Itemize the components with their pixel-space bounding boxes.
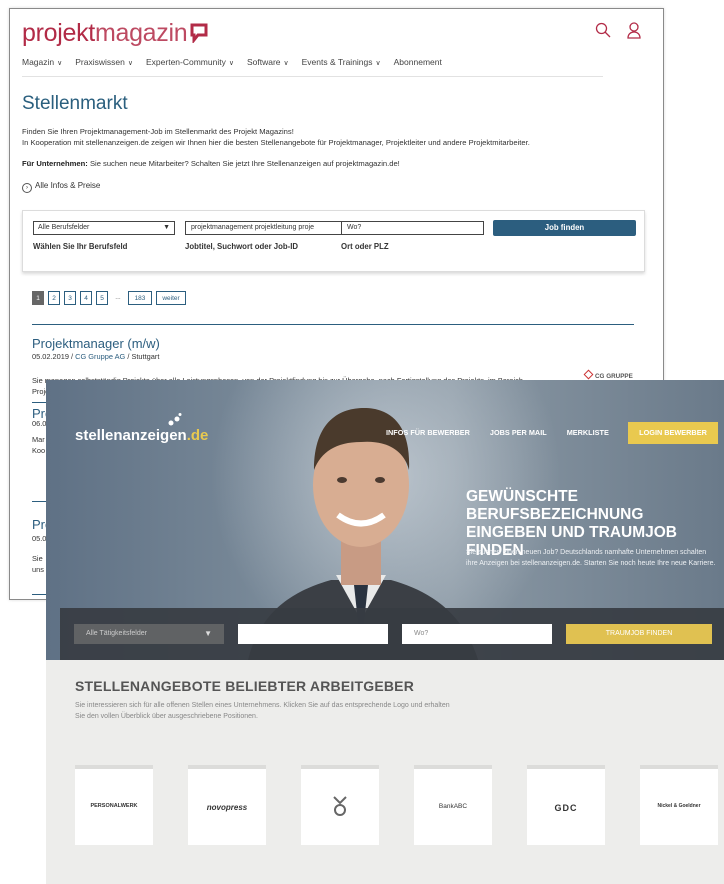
nav-software[interactable]: Software ∨ bbox=[247, 57, 289, 67]
company-notice-text: Sie suchen neue Mitarbeiter? Schalten Si… bbox=[87, 159, 400, 168]
user-icon[interactable] bbox=[627, 22, 641, 39]
nav-abonnement[interactable]: Abonnement bbox=[394, 57, 442, 67]
field-select[interactable]: Alle Berufsfelder ▼ bbox=[33, 221, 175, 235]
employer-cards: PERSONALWERK novopress BankABC GDC Nicke… bbox=[75, 765, 718, 845]
job-find-button[interactable]: Job finden bbox=[493, 220, 636, 236]
search-icon[interactable] bbox=[595, 22, 611, 38]
keyword-label: Jobtitel, Suchwort oder Job-ID bbox=[185, 242, 299, 251]
page-ellipsis: ... bbox=[115, 294, 121, 301]
job-search-box: Alle Berufsfelder ▼ Wählen Sie Ihr Berufs… bbox=[22, 210, 645, 272]
dropdown-arrow-icon: ▼ bbox=[204, 629, 212, 638]
chevron-down-icon: ∨ bbox=[283, 60, 289, 67]
page-title: Stellenmarkt bbox=[22, 93, 128, 114]
job-meta: 06.0 bbox=[32, 419, 47, 428]
hero-subtext: Sie suchen einen neuen Job? Deutschlands… bbox=[466, 549, 716, 567]
job-date: 05.02.2019 / bbox=[32, 352, 76, 361]
field-select[interactable]: Alle Tätigkeitsfelder ▼ bbox=[74, 624, 224, 644]
projektmagazin-logo[interactable]: projektmagazin bbox=[22, 19, 208, 48]
page-5[interactable]: 5 bbox=[96, 291, 108, 305]
logo-light: magazin bbox=[94, 19, 188, 47]
employer-emblem-icon bbox=[333, 796, 347, 816]
nav-events[interactable]: Events & Trainings ∨ bbox=[302, 57, 381, 67]
employer-logo: GDC bbox=[554, 803, 578, 813]
chevron-down-icon: ∨ bbox=[127, 60, 133, 67]
job-city: / Stuttgart bbox=[125, 352, 160, 361]
nav-infos-bewerber[interactable]: INFOS FÜR BEWERBER bbox=[386, 428, 470, 437]
stellenanzeigen-logo[interactable]: stellenanzeigen.de bbox=[75, 413, 209, 444]
employer-card-emblem[interactable] bbox=[301, 765, 379, 845]
brand-name: stellenanzeigen bbox=[75, 427, 187, 444]
next-page[interactable]: weiter bbox=[156, 291, 186, 305]
all-info-link[interactable]: › Alle Infos & Preise bbox=[22, 181, 100, 193]
employer-card-novopress[interactable]: novopress bbox=[188, 765, 266, 845]
nav-divider bbox=[22, 76, 603, 77]
field-select-value: Alle Tätigkeitsfelder bbox=[86, 630, 147, 637]
nav-jobs-per-mail[interactable]: JOBS PER MAIL bbox=[490, 428, 547, 437]
nav-label: Magazin bbox=[22, 57, 55, 67]
company-logo-text: CG GRUPPE bbox=[595, 373, 633, 380]
employer-card-personalwerk[interactable]: PERSONALWERK bbox=[75, 765, 153, 845]
logo-bold: projekt bbox=[22, 19, 95, 47]
field-label: Wählen Sie Ihr Berufsfeld bbox=[33, 242, 128, 251]
job-company[interactable]: CG Gruppe AG bbox=[75, 352, 125, 361]
employer-card-gdc[interactable]: GDC bbox=[527, 765, 605, 845]
all-info-label: Alle Infos & Preise bbox=[35, 181, 101, 190]
dropdown-arrow-icon: ▼ bbox=[163, 224, 170, 231]
job-meta: 05.0 bbox=[32, 534, 47, 543]
page-2[interactable]: 2 bbox=[48, 291, 60, 305]
company-notice-label: Für Unternehmen: bbox=[22, 159, 88, 168]
employer-logo: PERSONALWERK bbox=[90, 803, 138, 809]
field-select-value: Alle Berufsfelder bbox=[38, 224, 90, 231]
location-input[interactable]: Wo? bbox=[402, 624, 552, 644]
nav-label: Events & Trainings bbox=[301, 57, 373, 67]
employer-logo: Nickel & Goeldner bbox=[657, 803, 701, 809]
chevron-right-icon: › bbox=[22, 183, 32, 193]
main-nav: Magazin ∨ Praxiswissen ∨ Experten-Communit… bbox=[22, 57, 442, 67]
keyword-input[interactable]: projektmanagement projektleitung proje bbox=[185, 221, 342, 235]
section-title: STELLENANGEBOTE BELIEBTER ARBEITGEBER bbox=[75, 678, 415, 694]
nav-label: Software bbox=[246, 57, 281, 67]
brand-tld: .de bbox=[186, 427, 209, 444]
logo-mark-icon bbox=[190, 23, 208, 43]
logo-dots-icon bbox=[168, 413, 182, 426]
company-logo[interactable]: CG GRUPPE bbox=[583, 369, 633, 380]
traumjob-button[interactable]: TRAUMJOB FINDEN bbox=[566, 624, 712, 644]
job-title[interactable]: Projektmanager (m/w) bbox=[32, 336, 160, 351]
intro-text: Finden Sie Ihren Projektmanagement-Job i… bbox=[22, 126, 642, 148]
chevron-down-icon: ∨ bbox=[228, 60, 234, 67]
nav-praxiswissen[interactable]: Praxiswissen ∨ bbox=[75, 57, 133, 67]
nav-experten-community[interactable]: Experten-Community ∨ bbox=[146, 57, 234, 67]
nav-label: Praxiswissen bbox=[75, 57, 125, 67]
hero-section: stellenanzeigen.de INFOS FÜR BEWERBER JO… bbox=[46, 380, 724, 660]
nav-merkliste[interactable]: MERKLISTE bbox=[567, 428, 609, 437]
section-description: Sie interessieren sich für alle offenen … bbox=[75, 702, 450, 720]
keyword-input[interactable] bbox=[238, 624, 388, 644]
login-button[interactable]: LOGIN BEWERBER bbox=[628, 422, 718, 444]
stellenanzeigen-window: stellenanzeigen.de INFOS FÜR BEWERBER JO… bbox=[46, 380, 724, 884]
page-183[interactable]: 183 bbox=[128, 291, 152, 305]
job-divider bbox=[32, 324, 634, 325]
top-nav: INFOS FÜR BEWERBER JOBS PER MAIL MERKLIS… bbox=[386, 428, 609, 437]
intro-line: In Kooperation mit stellenanzeigen.de ze… bbox=[22, 138, 530, 147]
page-3[interactable]: 3 bbox=[64, 291, 76, 305]
employer-card-nickel-goeldner[interactable]: Nickel & Goeldner bbox=[640, 765, 718, 845]
nav-label: Experten-Community bbox=[146, 57, 226, 67]
page-1[interactable]: 1 bbox=[32, 291, 44, 305]
nav-magazin[interactable]: Magazin ∨ bbox=[22, 57, 62, 67]
location-label: Ort oder PLZ bbox=[341, 242, 389, 251]
employer-logo: BankABC bbox=[438, 803, 468, 810]
pagination: 1 2 3 4 5 ... 183 weiter bbox=[32, 291, 186, 305]
employer-card-bankabc[interactable]: BankABC bbox=[414, 765, 492, 845]
intro-line: Finden Sie Ihren Projektmanagement-Job i… bbox=[22, 127, 294, 136]
location-input[interactable]: Wo? bbox=[341, 221, 484, 235]
company-notice: Für Unternehmen: Sie suchen neue Mitarbe… bbox=[22, 159, 400, 168]
job-meta: 05.02.2019 / CG Gruppe AG / Stuttgart bbox=[32, 352, 159, 361]
chevron-down-icon: ∨ bbox=[375, 60, 381, 67]
page-4[interactable]: 4 bbox=[80, 291, 92, 305]
search-bar: Alle Tätigkeitsfelder ▼ Wo? TRAUMJOB FIND… bbox=[60, 608, 724, 660]
chevron-down-icon: ∨ bbox=[57, 60, 63, 67]
employer-logo: novopress bbox=[206, 803, 248, 812]
diamond-icon bbox=[583, 369, 594, 380]
